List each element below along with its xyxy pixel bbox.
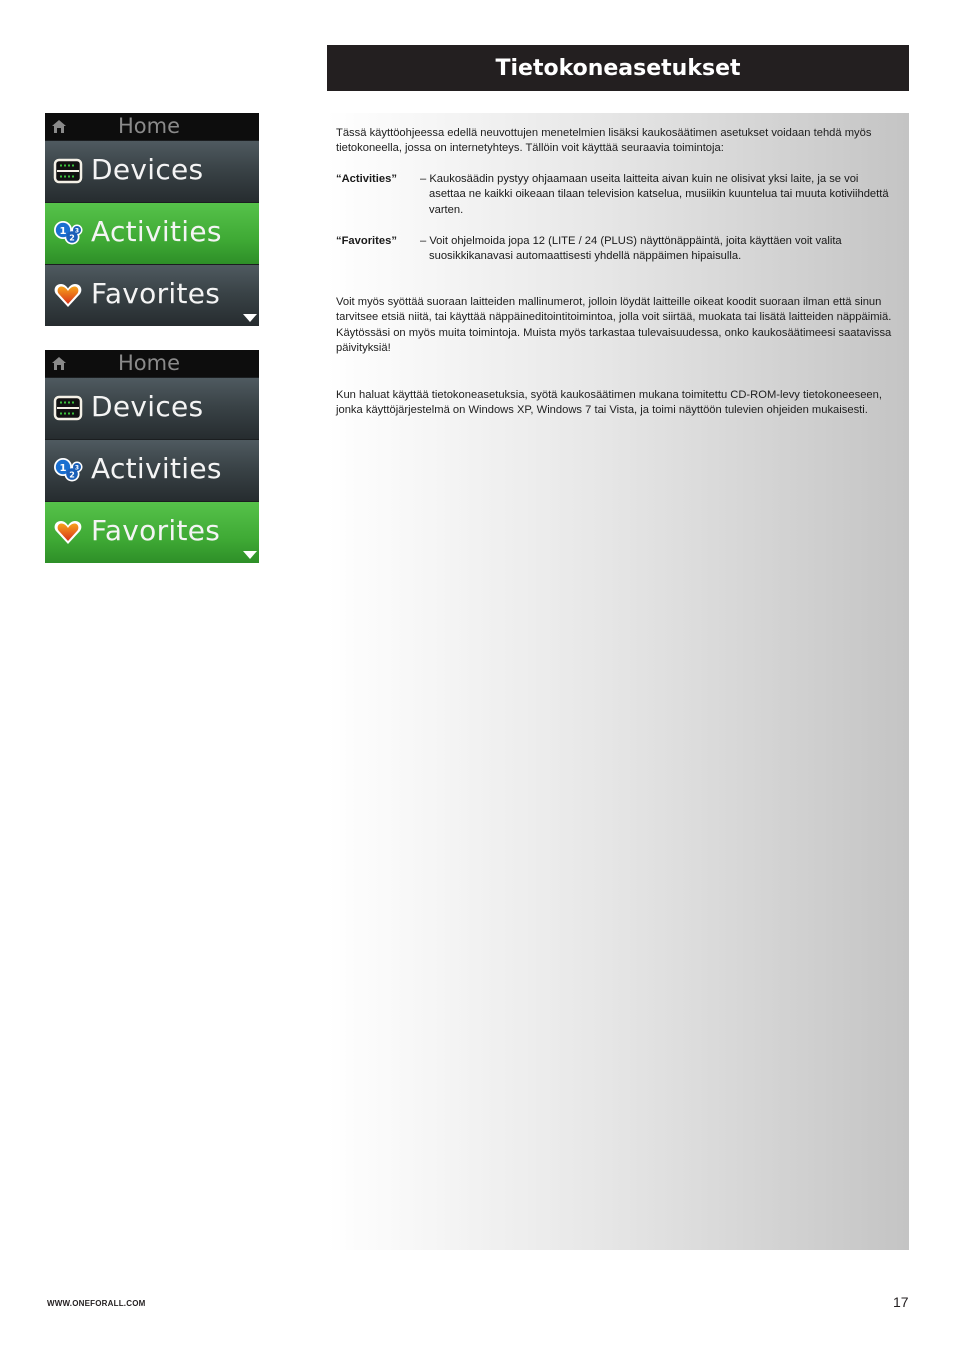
screen-header: Home (45, 350, 259, 377)
page-title-bar: Tietokoneasetukset (327, 45, 909, 91)
definition-description: – Kaukosäädin pystyy ohjaamaan useita la… (420, 172, 902, 218)
paragraph-model-numbers: Voit myös syöttää suoraan laitteiden mal… (336, 296, 892, 354)
screen-header-title: Home (118, 114, 181, 138)
scroll-down-arrow-icon[interactable] (243, 551, 257, 559)
menu-item-label: Activities (91, 452, 222, 485)
menu-item-label: Devices (91, 153, 204, 186)
page-title: Tietokoneasetukset (495, 55, 741, 81)
content-panel: Tässä käyttöohjeessa edellä neuvottujen … (327, 113, 909, 1250)
menu-item-activities[interactable]: 1 2 3 Activities (45, 439, 259, 501)
screen-header: Home (45, 113, 259, 140)
definition-description: – Voit ohjelmoida jopa 12 (LITE / 24 (PL… (420, 234, 902, 265)
favorites-icon (54, 284, 82, 307)
svg-text:1: 1 (60, 226, 67, 237)
activities-icon: 1 2 3 (54, 458, 83, 482)
remote-screen-activities-selected: Home Devices 1 2 3 Activities Favorites (45, 113, 259, 326)
paragraph-cd-rom: Kun haluat käyttää tietokoneasetuksia, s… (336, 389, 882, 417)
definition-rest: suosikkikanavasi automaattisesti yhdellä… (429, 250, 742, 263)
menu-item-activities[interactable]: 1 2 3 Activities (45, 202, 259, 264)
home-icon (52, 357, 66, 370)
definition-rest: asettaa ne kaikki oikeaan tilaan televis… (429, 188, 889, 216)
menu-item-devices[interactable]: Devices (45, 377, 259, 439)
menu-item-label: Favorites (91, 514, 221, 547)
page-number: 17 (893, 1294, 909, 1310)
svg-text:1: 1 (60, 463, 67, 474)
favorites-icon (54, 521, 82, 544)
svg-text:2: 2 (69, 234, 75, 243)
menu-item-label: Activities (91, 215, 222, 248)
definition-first-line: – Kaukosäädin pystyy ohjaamaan useita la… (420, 173, 859, 185)
svg-text:2: 2 (69, 471, 75, 480)
activities-icon: 1 2 3 (54, 221, 83, 245)
screen-header-title: Home (118, 351, 181, 375)
devices-icon (53, 158, 83, 184)
home-icon (52, 120, 66, 133)
intro-paragraph: Tässä käyttöohjeessa edellä neuvottujen … (336, 127, 872, 155)
menu-item-favorites[interactable]: Favorites (45, 501, 259, 563)
footer-website: WWW.ONEFORALL.COM (47, 1299, 146, 1308)
menu-item-label: Devices (91, 390, 204, 423)
remote-screen-favorites-selected: Home Devices 1 2 3 Activities Favorites (45, 350, 259, 563)
menu-item-devices[interactable]: Devices (45, 140, 259, 202)
definition-term: “Activities” (336, 173, 397, 185)
definition-term: “Favorites” (336, 235, 397, 247)
menu-item-favorites[interactable]: Favorites (45, 264, 259, 326)
svg-text:3: 3 (75, 228, 79, 235)
devices-icon (53, 395, 83, 421)
menu-item-label: Favorites (91, 277, 221, 310)
definition-first-line: – Voit ohjelmoida jopa 12 (LITE / 24 (PL… (420, 235, 842, 247)
scroll-down-arrow-icon[interactable] (243, 314, 257, 322)
svg-text:3: 3 (75, 465, 79, 472)
